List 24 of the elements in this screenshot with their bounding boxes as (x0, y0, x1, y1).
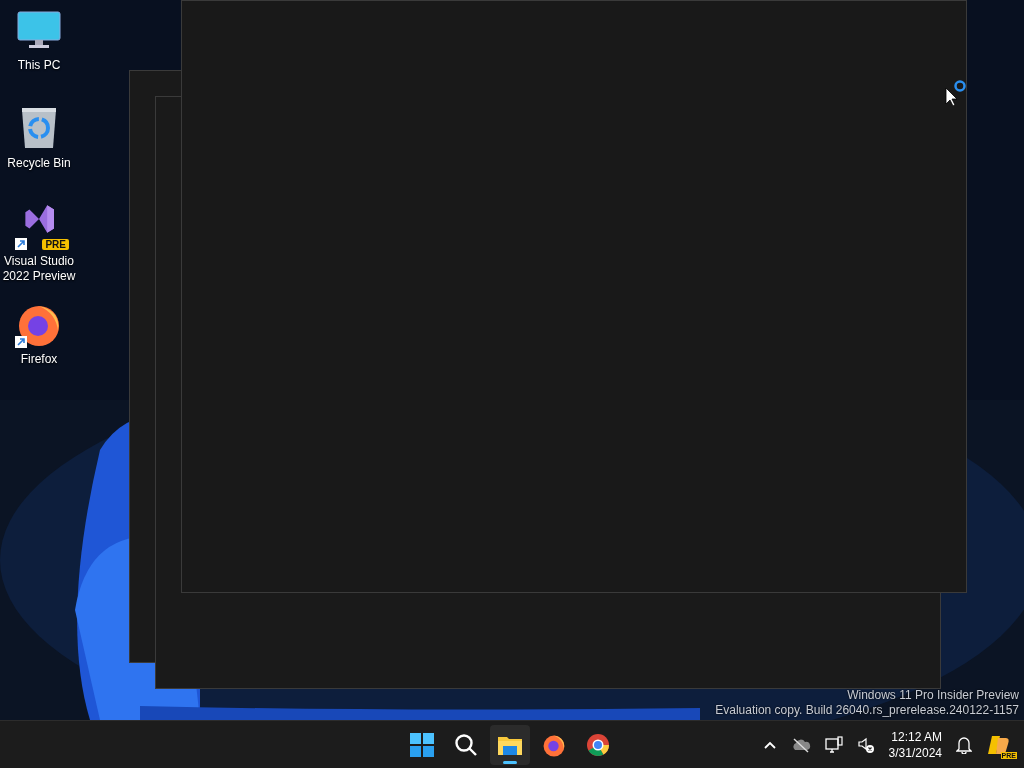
monitor-icon[interactable] (17, 10, 61, 50)
network-icon[interactable] (824, 736, 843, 754)
windows-logo-icon (410, 733, 434, 757)
speaker-muted-icon[interactable] (856, 736, 875, 754)
taskbar-app[interactable] (490, 725, 530, 765)
clock[interactable]: 12:12 AM 3/31/2024 (888, 729, 942, 761)
watermark-text: Evaluation copy. Build 26040.rs_prerelease.240122-1157 (715, 703, 1019, 718)
firefox-icon (542, 733, 566, 757)
preview-badge: PRE (42, 239, 69, 250)
chevron-up-icon[interactable] (762, 740, 777, 750)
desktop-icon-label[interactable]: Visual Studio 2022 Preview (1, 254, 77, 284)
busy-cursor-icon (945, 80, 967, 106)
search-icon (454, 733, 478, 757)
cloud-off-icon[interactable] (790, 737, 811, 753)
desktop-icon-label[interactable]: This PC (1, 58, 77, 73)
recycle-bin-icon[interactable] (19, 106, 59, 150)
chrome-icon (586, 733, 610, 757)
desktop-icon-label[interactable]: Recycle Bin (1, 156, 77, 171)
folder-icon (497, 734, 523, 756)
desktop-icon-label[interactable]: Firefox (1, 352, 77, 367)
bell-icon[interactable] (956, 736, 972, 754)
watermark-text: Windows 11 Pro Insider Preview (847, 688, 1019, 703)
clock-time: 12:12 AM (891, 729, 942, 745)
clock-date: 3/31/2024 (888, 745, 942, 761)
